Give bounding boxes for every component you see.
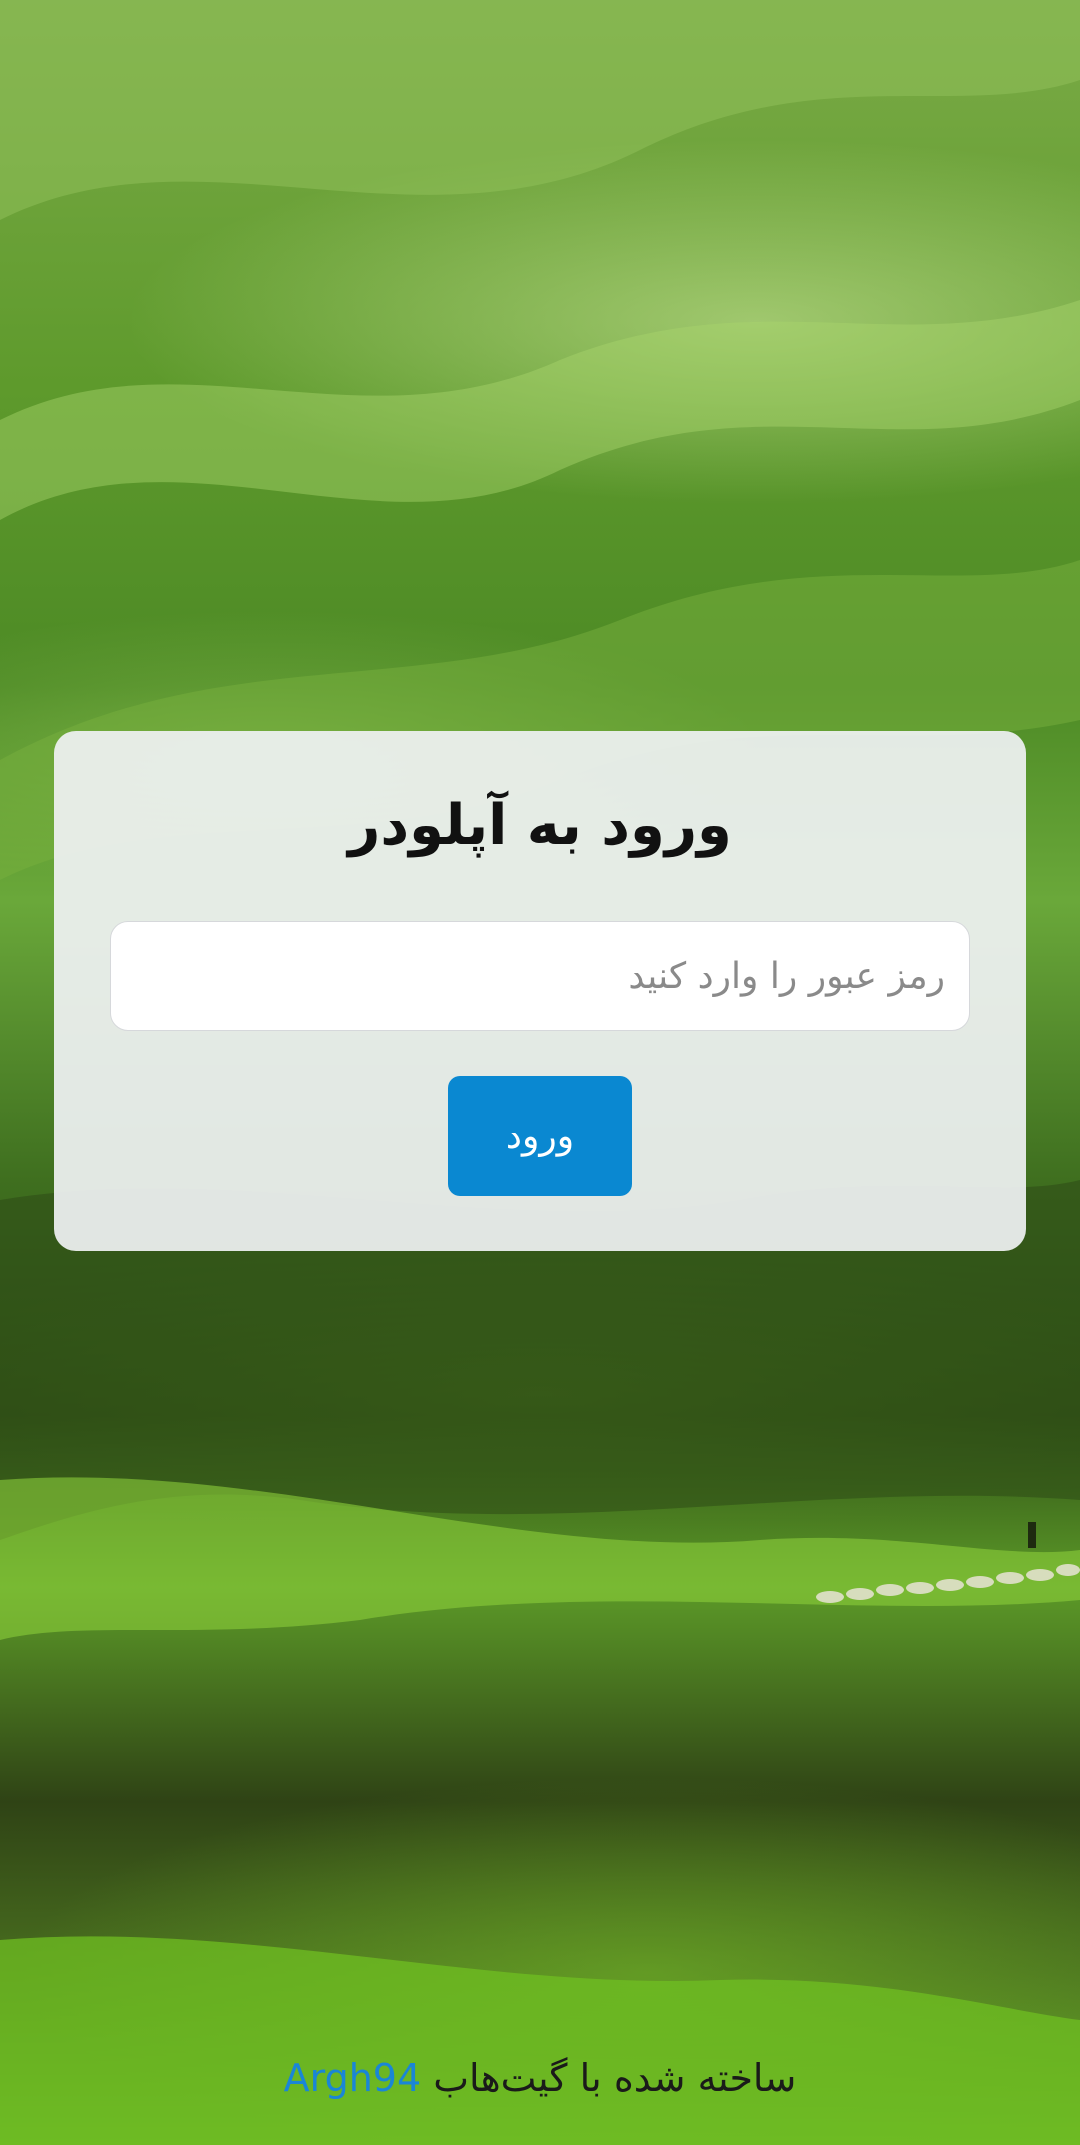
login-title: ورود به آپلودر	[348, 793, 732, 858]
footer-credit: ساخته شده با گیت‌هاب Argh94	[0, 2056, 1080, 2100]
login-card: ورود به آپلودر ورود	[54, 731, 1026, 1251]
footer-text: ساخته شده با گیت‌هاب	[433, 2056, 797, 2100]
author-link[interactable]: Argh94	[284, 2056, 422, 2100]
password-input[interactable]	[110, 921, 970, 1031]
login-button[interactable]: ورود	[448, 1076, 632, 1196]
